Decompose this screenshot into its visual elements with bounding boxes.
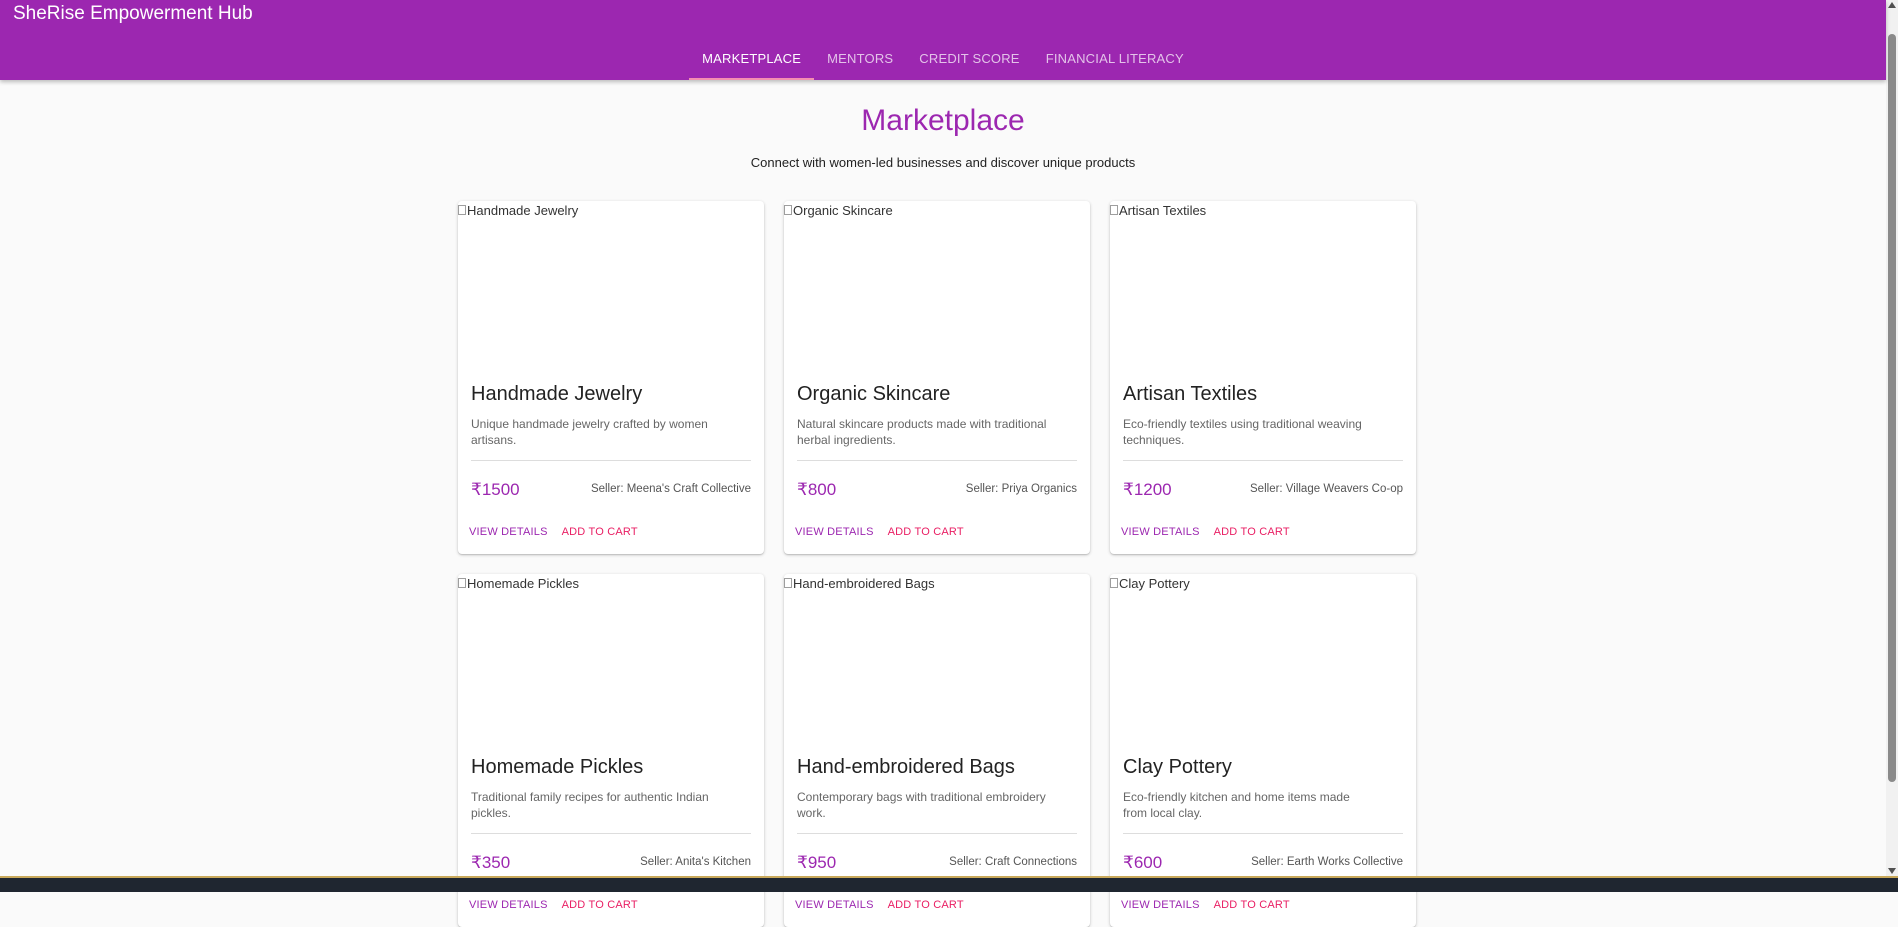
add-to-cart-button[interactable]: ADD TO CART — [888, 899, 964, 911]
app-title: SheRise Empowerment Hub — [13, 3, 253, 25]
product-name: Handmade Jewelry — [471, 383, 642, 406]
product-card: Artisan Textiles Artisan Textiles Eco-fr… — [1110, 201, 1416, 554]
scroll-up-arrow-icon[interactable] — [1888, 2, 1896, 8]
scrollbar-thumb[interactable] — [1888, 34, 1896, 782]
page-title: Marketplace — [0, 104, 1886, 138]
view-details-button[interactable]: VIEW DETAILS — [795, 526, 874, 538]
page-subtitle: Connect with women-led businesses and di… — [0, 155, 1886, 170]
product-price: ₹1200 — [1123, 480, 1172, 500]
product-seller: Seller: Anita's Kitchen — [640, 856, 751, 868]
product-image: Artisan Textiles — [1110, 201, 1416, 373]
broken-image-icon — [784, 578, 792, 588]
broken-image-icon — [1110, 578, 1118, 588]
card-actions: VIEW DETAILS ADD TO CART — [1121, 526, 1290, 538]
app-bar: SheRise Empowerment Hub MARKETPLACE MENT… — [0, 0, 1886, 80]
product-image-alt: Handmade Jewelry — [467, 203, 578, 218]
product-image-alt: Artisan Textiles — [1119, 203, 1206, 218]
product-image-alt: Hand-embroidered Bags — [793, 576, 935, 591]
product-image: Hand-embroidered Bags — [784, 574, 1090, 746]
tab-credit-score[interactable]: CREDIT SCORE — [906, 39, 1032, 80]
product-name: Artisan Textiles — [1123, 383, 1257, 406]
broken-image-icon — [784, 205, 792, 215]
broken-image-icon — [1110, 205, 1118, 215]
view-details-button[interactable]: VIEW DETAILS — [1121, 526, 1200, 538]
card-actions: VIEW DETAILS ADD TO CART — [469, 526, 638, 538]
broken-image-icon — [458, 578, 466, 588]
add-to-cart-button[interactable]: ADD TO CART — [888, 526, 964, 538]
tab-marketplace[interactable]: MARKETPLACE — [689, 39, 814, 80]
product-image: Organic Skincare — [784, 201, 1090, 373]
product-description: Eco-friendly textiles using traditional … — [1123, 416, 1373, 448]
product-description: Natural skincare products made with trad… — [797, 416, 1047, 448]
scroll-down-arrow-icon[interactable] — [1888, 868, 1896, 874]
view-details-button[interactable]: VIEW DETAILS — [469, 899, 548, 911]
product-price: ₹1500 — [471, 480, 520, 500]
view-details-button[interactable]: VIEW DETAILS — [469, 526, 548, 538]
product-card: Hand-embroidered Bags Hand-embroidered B… — [784, 574, 1090, 927]
add-to-cart-button[interactable]: ADD TO CART — [1214, 526, 1290, 538]
product-seller: Seller: Village Weavers Co-op — [1250, 483, 1403, 495]
broken-image-icon — [458, 205, 466, 215]
card-divider — [797, 833, 1077, 834]
card-actions: VIEW DETAILS ADD TO CART — [795, 526, 964, 538]
card-divider — [797, 460, 1077, 461]
product-name: Homemade Pickles — [471, 756, 643, 779]
product-image-alt: Clay Pottery — [1119, 576, 1190, 591]
product-price: ₹800 — [797, 480, 836, 500]
product-description: Eco-friendly kitchen and home items made… — [1123, 789, 1373, 821]
vertical-scrollbar[interactable] — [1886, 0, 1898, 878]
card-divider — [471, 460, 751, 461]
product-description: Traditional family recipes for authentic… — [471, 789, 721, 821]
card-divider — [1123, 833, 1403, 834]
product-price: ₹600 — [1123, 853, 1162, 873]
card-divider — [1123, 460, 1403, 461]
product-image: Handmade Jewelry — [458, 201, 764, 373]
product-price: ₹350 — [471, 853, 510, 873]
tab-mentors[interactable]: MENTORS — [814, 39, 906, 80]
product-name: Organic Skincare — [797, 383, 950, 406]
nav-tabs: MARKETPLACE MENTORS CREDIT SCORE FINANCI… — [0, 39, 1886, 80]
product-image-alt: Organic Skincare — [793, 203, 893, 218]
product-image-alt: Homemade Pickles — [467, 576, 579, 591]
product-grid: Handmade Jewelry Handmade Jewelry Unique… — [458, 201, 1416, 927]
product-name: Clay Pottery — [1123, 756, 1232, 779]
product-card: Handmade Jewelry Handmade Jewelry Unique… — [458, 201, 764, 554]
add-to-cart-button[interactable]: ADD TO CART — [562, 526, 638, 538]
product-seller: Seller: Priya Organics — [966, 483, 1077, 495]
product-price: ₹950 — [797, 853, 836, 873]
product-card: Clay Pottery Clay Pottery Eco-friendly k… — [1110, 574, 1416, 927]
card-actions: VIEW DETAILS ADD TO CART — [1121, 899, 1290, 911]
product-seller: Seller: Earth Works Collective — [1251, 856, 1403, 868]
product-card: Homemade Pickles Homemade Pickles Tradit… — [458, 574, 764, 927]
view-details-button[interactable]: VIEW DETAILS — [1121, 899, 1200, 911]
view-details-button[interactable]: VIEW DETAILS — [795, 899, 874, 911]
add-to-cart-button[interactable]: ADD TO CART — [562, 899, 638, 911]
os-taskbar — [0, 876, 1898, 892]
card-actions: VIEW DETAILS ADD TO CART — [795, 899, 964, 911]
product-card: Organic Skincare Organic Skincare Natura… — [784, 201, 1090, 554]
product-image: Clay Pottery — [1110, 574, 1416, 746]
tab-financial-literacy[interactable]: FINANCIAL LITERACY — [1033, 39, 1197, 80]
product-description: Unique handmade jewelry crafted by women… — [471, 416, 721, 448]
product-seller: Seller: Craft Connections — [949, 856, 1077, 868]
product-description: Contemporary bags with traditional embro… — [797, 789, 1047, 821]
product-image: Homemade Pickles — [458, 574, 764, 746]
card-actions: VIEW DETAILS ADD TO CART — [469, 899, 638, 911]
card-divider — [471, 833, 751, 834]
product-name: Hand-embroidered Bags — [797, 756, 1015, 779]
add-to-cart-button[interactable]: ADD TO CART — [1214, 899, 1290, 911]
product-seller: Seller: Meena's Craft Collective — [591, 483, 751, 495]
